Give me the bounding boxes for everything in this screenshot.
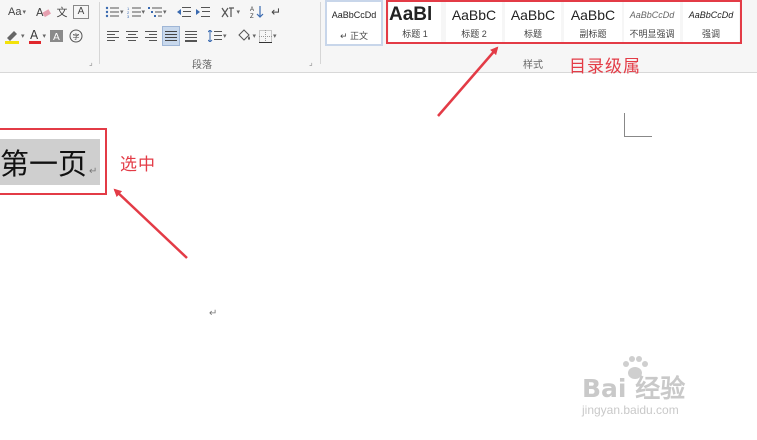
watermark-url: jingyan.baidu.com xyxy=(582,403,679,417)
arrow-to-heading xyxy=(113,188,188,259)
watermark-brand: Bai 经验 xyxy=(582,374,686,403)
watermark: Bai 经验 jingyan.baidu.com xyxy=(582,355,732,425)
arrow-to-styles xyxy=(437,46,499,117)
